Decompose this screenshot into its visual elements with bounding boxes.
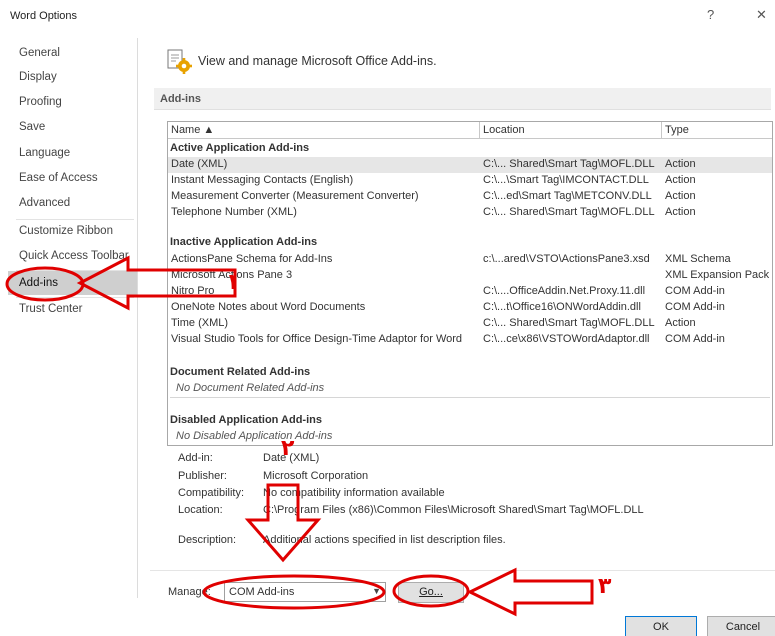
- sidebar-item-ease-of-access[interactable]: Ease of Access: [8, 166, 137, 190]
- detail-value-compatibility: No compatibility information available: [263, 487, 445, 499]
- window-title: Word Options: [10, 10, 78, 22]
- chevron-down-icon: ▼: [372, 586, 381, 596]
- cell-type: Action: [665, 190, 696, 202]
- sidebar-item-customize-ribbon[interactable]: Customize Ribbon: [8, 219, 137, 243]
- sidebar-item-display[interactable]: Display: [8, 65, 137, 89]
- cell-location: C:\... Shared\Smart Tag\MOFL.DLL: [483, 317, 655, 329]
- cell-type: Action: [665, 174, 696, 186]
- cell-location: c:\...ared\VSTO\ActionsPane3.xsd: [483, 253, 650, 265]
- section-header: Add-ins: [154, 88, 771, 110]
- table-row[interactable]: Nitro Pro C:\....OfficeAddin.Net.Proxy.1…: [168, 284, 772, 300]
- cell-type: COM Add-in: [665, 301, 725, 313]
- group-title-inactive: Inactive Application Add-ins: [170, 236, 318, 248]
- cell-name: Measurement Converter (Measurement Conve…: [171, 190, 419, 202]
- section-label: Add-ins: [160, 93, 201, 105]
- cell-type: Action: [665, 317, 696, 329]
- column-header-location[interactable]: Location: [483, 124, 525, 136]
- cell-name: Visual Studio Tools for Office Design-Ti…: [171, 333, 463, 345]
- group-divider: [170, 397, 770, 398]
- sidebar: General Display Proofing Save Language E…: [8, 38, 138, 598]
- table-row[interactable]: Date (XML) C:\... Shared\Smart Tag\MOFL.…: [168, 157, 772, 173]
- group-title-active: Active Application Add-ins: [170, 142, 310, 154]
- title-bar: Word Options ? ✕: [0, 0, 775, 32]
- manage-row: Manage: COM Add-ins ▼ Go...: [150, 579, 775, 609]
- cell-location: C:\...ce\x86\VSTOWordAdaptor.dll: [483, 333, 650, 345]
- detail-label-description: Description:: [178, 534, 237, 546]
- detail-label-publisher: Publisher:: [178, 470, 227, 482]
- add-ins-icon: [167, 49, 192, 74]
- sidebar-item-trust-center[interactable]: Trust Center: [8, 297, 137, 321]
- detail-value-description: Additional actions specified in list des…: [263, 534, 506, 546]
- detail-label-compatibility: Compatibility:: [178, 487, 245, 499]
- cell-type: COM Add-in: [665, 333, 725, 345]
- empty-note-document: No Document Related Add-ins: [176, 382, 325, 394]
- column-header-name[interactable]: Name ▲: [171, 124, 214, 136]
- sidebar-item-language[interactable]: Language: [8, 141, 137, 165]
- group-title-document-related: Document Related Add-ins: [170, 366, 311, 378]
- cell-name: Nitro Pro: [171, 285, 215, 297]
- manage-dropdown[interactable]: COM Add-ins ▼: [224, 582, 386, 602]
- detail-value-location: C:\Program Files (x86)\Common Files\Micr…: [263, 504, 644, 516]
- column-separator[interactable]: [479, 122, 480, 139]
- table-row[interactable]: Measurement Converter (Measurement Conve…: [168, 189, 772, 205]
- annotation-number-2: ٢: [281, 436, 295, 461]
- ok-button[interactable]: OK: [625, 616, 697, 636]
- table-header: Name ▲ Location Type: [168, 122, 772, 139]
- sidebar-item-save[interactable]: Save: [8, 115, 137, 139]
- cell-type: COM Add-in: [665, 285, 725, 297]
- empty-note-disabled: No Disabled Application Add-ins: [176, 430, 333, 442]
- annotation-number-3: ٣: [598, 574, 612, 599]
- detail-value-publisher: Microsoft Corporation: [263, 470, 369, 482]
- table-row[interactable]: OneNote Notes about Word Documents C:\..…: [168, 300, 772, 316]
- cell-type: Action: [665, 158, 696, 170]
- cell-location: C:\....OfficeAddin.Net.Proxy.11.dll: [483, 285, 646, 297]
- sidebar-item-advanced[interactable]: Advanced: [8, 191, 137, 215]
- add-in-details: Add-in: Date (XML) Publisher: Microsoft …: [178, 452, 768, 562]
- cell-location: C:\... Shared\Smart Tag\MOFL.DLL: [483, 158, 655, 170]
- table-row[interactable]: Telephone Number (XML) C:\... Shared\Sma…: [168, 205, 772, 221]
- table-row[interactable]: Visual Studio Tools for Office Design-Ti…: [168, 332, 772, 348]
- sidebar-item-general[interactable]: General: [8, 41, 137, 65]
- cell-name: Instant Messaging Contacts (English): [171, 174, 354, 186]
- sidebar-item-proofing[interactable]: Proofing: [8, 90, 137, 114]
- column-separator[interactable]: [661, 122, 662, 139]
- sidebar-item-add-ins[interactable]: Add-ins: [8, 271, 137, 295]
- detail-label-add-in: Add-in:: [178, 452, 213, 464]
- help-button[interactable]: ?: [707, 7, 714, 22]
- cell-name: Telephone Number (XML): [171, 206, 297, 218]
- cell-location: C:\...\Smart Tag\IMCONTACT.DLL: [483, 174, 649, 186]
- footer-divider: [150, 570, 775, 571]
- main-panel: View and manage Microsoft Office Add-ins…: [150, 38, 775, 603]
- cell-name: OneNote Notes about Word Documents: [171, 301, 366, 313]
- table-row[interactable]: Microsoft Actions Pane 3 XML Expansion P…: [168, 268, 772, 284]
- table-row[interactable]: Time (XML) C:\... Shared\Smart Tag\MOFL.…: [168, 316, 772, 332]
- annotation-number-1: ١: [226, 270, 240, 295]
- go-button[interactable]: Go...: [398, 582, 464, 603]
- cell-type: Action: [665, 206, 696, 218]
- cell-location: C:\...t\Office16\ONWordAddin.dll: [483, 301, 641, 313]
- detail-label-location: Location:: [178, 504, 223, 516]
- manage-label: Manage:: [168, 586, 211, 598]
- cell-type: XML Schema: [665, 253, 731, 265]
- cell-name: Date (XML): [171, 158, 228, 170]
- manage-dropdown-value: COM Add-ins: [229, 586, 295, 598]
- add-ins-table[interactable]: Name ▲ Location Type Active Application …: [167, 121, 773, 446]
- cell-name: ActionsPane Schema for Add-Ins: [171, 253, 333, 265]
- close-button[interactable]: ✕: [756, 7, 767, 23]
- cell-location: C:\...ed\Smart Tag\METCONV.DLL: [483, 190, 652, 202]
- table-row[interactable]: ActionsPane Schema for Add-Ins c:\...are…: [168, 252, 772, 268]
- table-row[interactable]: Instant Messaging Contacts (English) C:\…: [168, 173, 772, 189]
- column-header-type[interactable]: Type: [665, 124, 689, 136]
- page-header: View and manage Microsoft Office Add-ins…: [198, 54, 437, 68]
- go-button-label: Go...: [419, 586, 443, 598]
- cancel-button[interactable]: Cancel: [707, 616, 775, 636]
- cell-type: XML Expansion Pack: [665, 269, 770, 281]
- group-title-disabled: Disabled Application Add-ins: [170, 414, 322, 426]
- cell-name: Time (XML): [171, 317, 229, 329]
- cell-location: C:\... Shared\Smart Tag\MOFL.DLL: [483, 206, 655, 218]
- sidebar-item-quick-access-toolbar[interactable]: Quick Access Toolbar: [8, 244, 137, 268]
